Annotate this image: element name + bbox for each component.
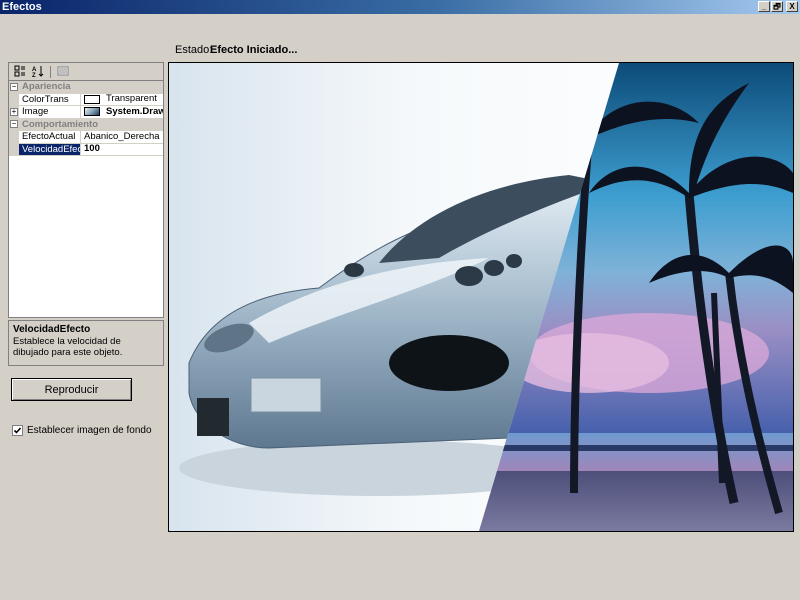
property-value[interactable]: Transparent <box>81 94 163 106</box>
effect-canvas <box>169 63 793 531</box>
property-description-panel: VelocidadEfecto Establece la velocidad d… <box>8 320 164 366</box>
property-name: Image <box>19 106 81 118</box>
play-button[interactable]: Reproducir <box>11 378 132 401</box>
property-row-colortrans[interactable]: ColorTrans Transparent <box>9 93 163 106</box>
toolbar-separator <box>50 65 51 78</box>
property-name: ColorTrans <box>19 93 81 105</box>
expand-icon[interactable]: + <box>10 107 18 116</box>
minimize-button[interactable]: _ <box>758 1 770 12</box>
collapse-icon[interactable]: − <box>10 82 18 91</box>
property-row-image[interactable]: + Image System.Drawi <box>9 106 163 119</box>
category-label: Apariencia <box>22 81 71 92</box>
property-row-velocidadefecto[interactable]: VelocidadEfect 100 <box>9 143 163 156</box>
close-button[interactable]: X <box>786 1 798 12</box>
title-bar: Efectos _ 🗗 X <box>0 0 800 14</box>
alphabetical-icon[interactable]: AZ <box>30 65 46 79</box>
checkmark-icon <box>13 427 22 434</box>
category-comportamiento[interactable]: − Comportamiento <box>9 118 163 131</box>
property-list: − Apariencia ColorTrans Transparent + Im… <box>8 80 164 318</box>
property-row-efectoactual[interactable]: EfectoActual Abanico_Derecha <box>9 131 163 144</box>
description-text: Establece la velocidad de dibujado para … <box>13 336 123 358</box>
property-grid-toolbar: AZ <box>8 62 164 80</box>
property-name-selected: VelocidadEfect <box>19 143 81 155</box>
svg-text:Z: Z <box>32 73 36 77</box>
property-grid: AZ − Apariencia ColorTrans Transparent +… <box>8 62 164 318</box>
property-value[interactable]: 100 <box>81 144 163 156</box>
effect-viewer <box>168 62 794 532</box>
description-title: VelocidadEfecto <box>13 324 91 335</box>
property-value[interactable]: System.Drawi <box>81 106 163 118</box>
background-image-option[interactable]: Establecer imagen de fondo <box>12 425 152 436</box>
window-title: Efectos <box>2 1 42 13</box>
status-label: Estado: <box>175 44 213 56</box>
restore-button[interactable]: 🗗 <box>771 1 783 12</box>
background-image-label: Establecer imagen de fondo <box>27 425 152 436</box>
categorized-icon[interactable] <box>12 65 28 79</box>
status-value: Efecto Iniciado... <box>210 44 298 56</box>
property-value[interactable]: Abanico_Derecha <box>81 131 163 143</box>
image-thumbnail-icon <box>84 107 100 117</box>
background-image-checkbox[interactable] <box>12 425 23 436</box>
color-swatch-icon <box>84 94 100 104</box>
category-label: Comportamiento <box>22 118 98 130</box>
property-name: EfectoActual <box>19 131 81 143</box>
property-pages-icon[interactable] <box>55 65 71 79</box>
category-apariencia[interactable]: − Apariencia <box>9 81 163 94</box>
collapse-icon[interactable]: − <box>10 120 18 129</box>
